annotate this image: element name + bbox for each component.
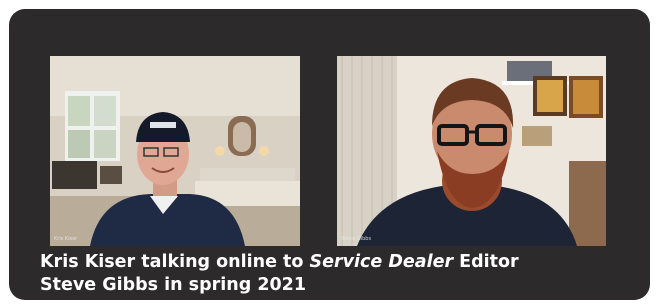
video-feed-left: [50, 56, 300, 246]
participant-name-tag: Steve Gibbs: [341, 236, 372, 242]
participant-video-left[interactable]: Kris Kiser: [50, 56, 300, 246]
caption-text: Kris Kiser talking online to: [40, 252, 310, 272]
video-feed-right: [337, 56, 606, 246]
caption-italic-text: Service Dealer: [309, 252, 454, 272]
participant-name-tag: Kris Kiser: [54, 236, 78, 242]
caption-line-2: Steve Gibbs in spring 2021: [40, 275, 307, 295]
participant-video-right[interactable]: Steve Gibbs: [337, 56, 606, 246]
caption-line-1: Kris Kiser talking online to Service Dea…: [40, 251, 640, 274]
photo-caption: Kris Kiser talking online to Service Dea…: [40, 251, 640, 297]
caption-text: Editor: [453, 252, 519, 272]
video-call-frame: Kris Kiser Steve Gibbs Kris Kiser talkin…: [9, 9, 650, 300]
